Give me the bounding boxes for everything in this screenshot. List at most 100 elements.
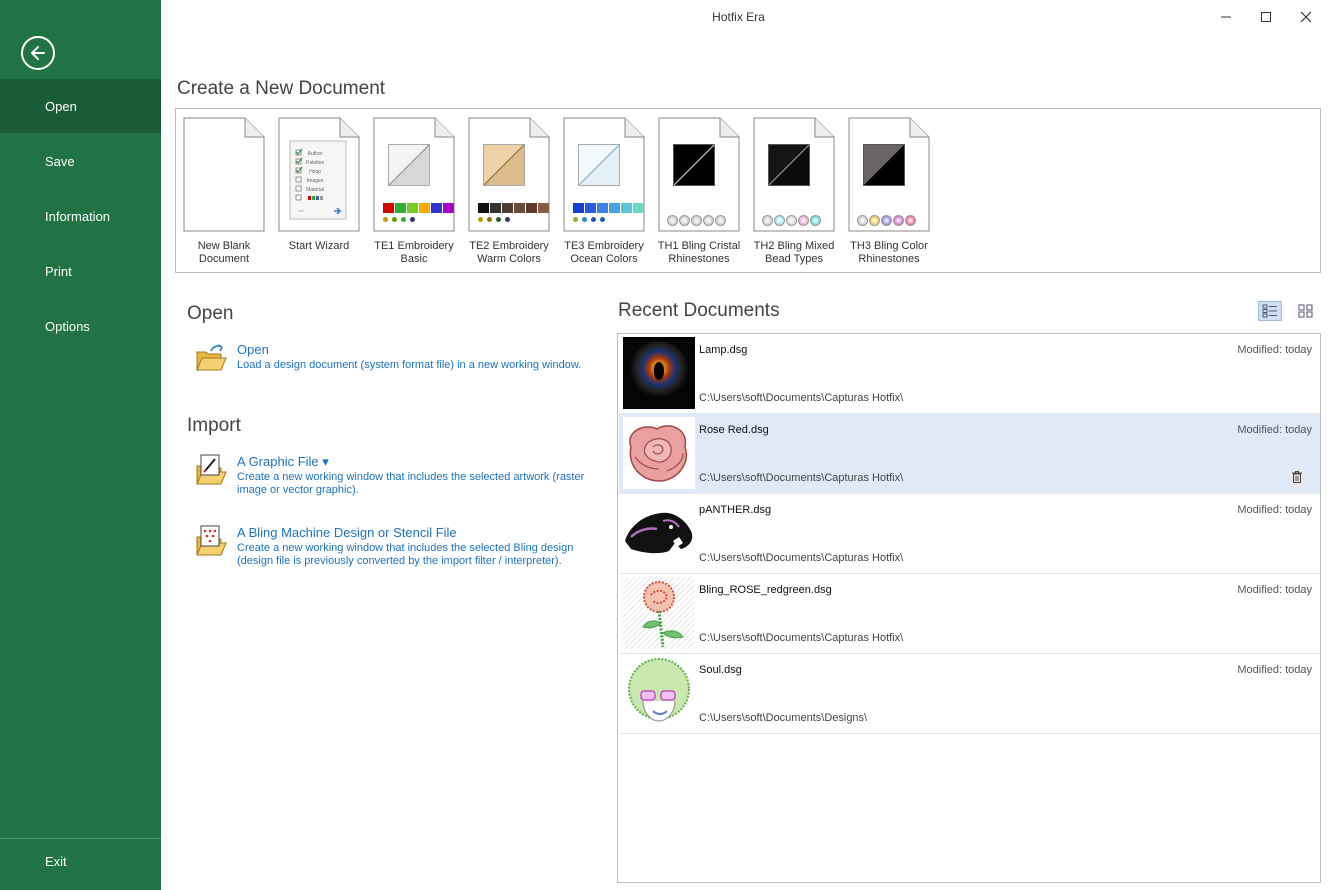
minimize-icon: [1221, 16, 1231, 18]
close-button[interactable]: [1286, 4, 1326, 30]
template-th2[interactable]: TH2 Bling Mixed Bead Types: [748, 117, 840, 266]
import-section-title: Import: [187, 415, 241, 436]
import-bling-icon: [196, 525, 227, 556]
nav-options[interactable]: Options: [0, 299, 161, 353]
recent-document-row[interactable]: Bling_ROSE_redgreen.dsg Modified: today …: [619, 574, 1320, 654]
backstage-sidebar: Open Save Information Print Options Exit: [0, 0, 161, 890]
stitch-dots: [383, 217, 415, 222]
recent-document-row[interactable]: pANTHER.dsg Modified: today C:\Users\sof…: [619, 494, 1320, 574]
recent-documents-list: Lamp.dsg Modified: today C:\Users\soft\D…: [617, 333, 1321, 883]
fabric-swatch-icon: [483, 144, 525, 186]
recent-file-path: C:\Users\soft\Documents\Capturas Hotfix\: [699, 552, 904, 564]
recent-file-modified: Modified: today: [1237, 584, 1312, 596]
remove-recent-button[interactable]: [1288, 468, 1306, 486]
stitch-dots: [478, 217, 510, 222]
minimize-button[interactable]: [1206, 4, 1246, 30]
template-label: TH2 Bling Mixed Bead Types: [753, 240, 835, 265]
wizard-item: Author: [307, 151, 323, 157]
template-label: TE2 Embroidery Warm Colors: [469, 240, 549, 265]
rose-thumbnail: [623, 417, 695, 489]
lamp-thumbnail: [623, 337, 695, 409]
list-view-button[interactable]: [1258, 301, 1282, 321]
open-section-title: Open: [187, 303, 234, 324]
open-folder-icon: [196, 344, 227, 371]
import-graphic-icon: [196, 454, 227, 485]
recent-section-title: Recent Documents: [618, 300, 780, 321]
template-label: TE1 Embroidery Basic: [374, 240, 454, 265]
grid-view-icon: [1298, 304, 1313, 318]
trash-icon: [1292, 471, 1302, 483]
recent-file-modified: Modified: today: [1237, 504, 1312, 516]
nav-open[interactable]: Open: [0, 79, 161, 133]
thread-palette: [573, 203, 644, 213]
recent-file-path: C:\Users\soft\Documents\Capturas Hotfix\: [699, 632, 904, 644]
nav-information-label: Information: [45, 208, 111, 224]
stitch-dots: [573, 217, 605, 222]
template-th3[interactable]: TH3 Bling Color Rhinestones: [843, 117, 935, 266]
fabric-swatch-icon: [578, 144, 620, 186]
rhinestone-palette: [857, 215, 916, 226]
recent-document-row[interactable]: Soul.dsg Modified: today C:\Users\soft\D…: [619, 654, 1320, 734]
rhinestone-palette: [667, 215, 726, 226]
template-te1[interactable]: TE1 Embroidery Basic: [368, 117, 460, 266]
list-view-icon: [1262, 304, 1277, 318]
thread-palette: [383, 203, 454, 213]
recent-file-name: Soul.dsg: [699, 664, 742, 676]
template-label: TH3 Bling Color Rhinestones: [850, 240, 928, 265]
wizard-item-list: Author Palettes Hoop Images Material: [306, 150, 324, 195]
import-graphic-description: Create a new working window that include…: [237, 471, 585, 496]
recent-file-name: pANTHER.dsg: [699, 504, 772, 516]
template-te3[interactable]: TE3 Embroidery Ocean Colors: [558, 117, 650, 266]
recent-document-row[interactable]: Lamp.dsg Modified: today C:\Users\soft\D…: [619, 334, 1320, 414]
thread-palette: [478, 203, 549, 213]
nav-options-label: Options: [45, 318, 90, 334]
nav-open-label: Open: [45, 98, 77, 114]
nav-exit-label: Exit: [45, 853, 67, 869]
open-title: Open: [237, 342, 269, 357]
title-bar: Hotfix Era: [161, 0, 1328, 34]
recent-file-modified: Modified: today: [1237, 344, 1312, 356]
template-label: TH1 Bling Cristal Rhinestones: [657, 240, 741, 265]
document-icon: [183, 117, 265, 232]
nav-exit[interactable]: Exit: [0, 834, 161, 888]
template-gallery: New Blank Document Author Palettes Hoop: [175, 108, 1321, 273]
fabric-swatch-icon: [863, 144, 905, 186]
fabric-swatch-icon: [673, 144, 715, 186]
open-description: Load a design document (system format fi…: [237, 359, 582, 371]
wizard-item: Images: [306, 178, 324, 184]
fabric-swatch-icon: [388, 144, 430, 186]
window-title: Hotfix Era: [712, 10, 765, 24]
maximize-icon: [1261, 12, 1271, 22]
recent-file-name: Bling_ROSE_redgreen.dsg: [699, 584, 832, 596]
recent-document-row[interactable]: Rose Red.dsg Modified: today C:\Users\so…: [619, 414, 1320, 494]
nav-save[interactable]: Save: [0, 134, 161, 188]
import-bling-description: Create a new working window that include…: [237, 542, 574, 567]
fabric-swatch-icon: [768, 144, 810, 186]
template-label: TE3 Embroidery Ocean Colors: [564, 240, 644, 265]
maximize-button[interactable]: [1246, 4, 1286, 30]
recent-file-path: C:\Users\soft\Documents\Capturas Hotfix\: [699, 392, 904, 404]
wizard-item: Hoop: [309, 169, 322, 175]
template-th1[interactable]: TH1 Bling Cristal Rhinestones: [653, 117, 745, 266]
recent-file-path: C:\Users\soft\Documents\Capturas Hotfix\: [699, 472, 904, 484]
grid-view-button[interactable]: [1294, 301, 1318, 321]
wizard-item: Palettes: [306, 160, 325, 166]
close-icon: [1300, 11, 1312, 23]
template-te2[interactable]: TE2 Embroidery Warm Colors: [463, 117, 555, 266]
import-graphic-title: A Graphic File ▾: [237, 454, 329, 469]
bead-palette: [762, 215, 821, 226]
template-new-blank[interactable]: New Blank Document: [178, 117, 270, 266]
recent-file-modified: Modified: today: [1237, 424, 1312, 436]
import-bling-title: A Bling Machine Design or Stencil File: [237, 525, 457, 540]
recent-file-path: C:\Users\soft\Documents\Designs\: [699, 712, 868, 724]
nav-print[interactable]: Print: [0, 244, 161, 298]
back-button[interactable]: [21, 36, 55, 70]
soul-thumbnail: [623, 657, 695, 729]
recent-file-name: Lamp.dsg: [699, 344, 748, 356]
template-start-wizard[interactable]: Author Palettes Hoop Images Material Sta…: [273, 117, 365, 253]
arrow-left-icon: [31, 46, 45, 60]
template-label: Start Wizard: [288, 240, 350, 252]
bling-rose-thumbnail: [623, 577, 695, 649]
recent-file-name: Rose Red.dsg: [699, 424, 769, 436]
nav-information[interactable]: Information: [0, 189, 161, 243]
